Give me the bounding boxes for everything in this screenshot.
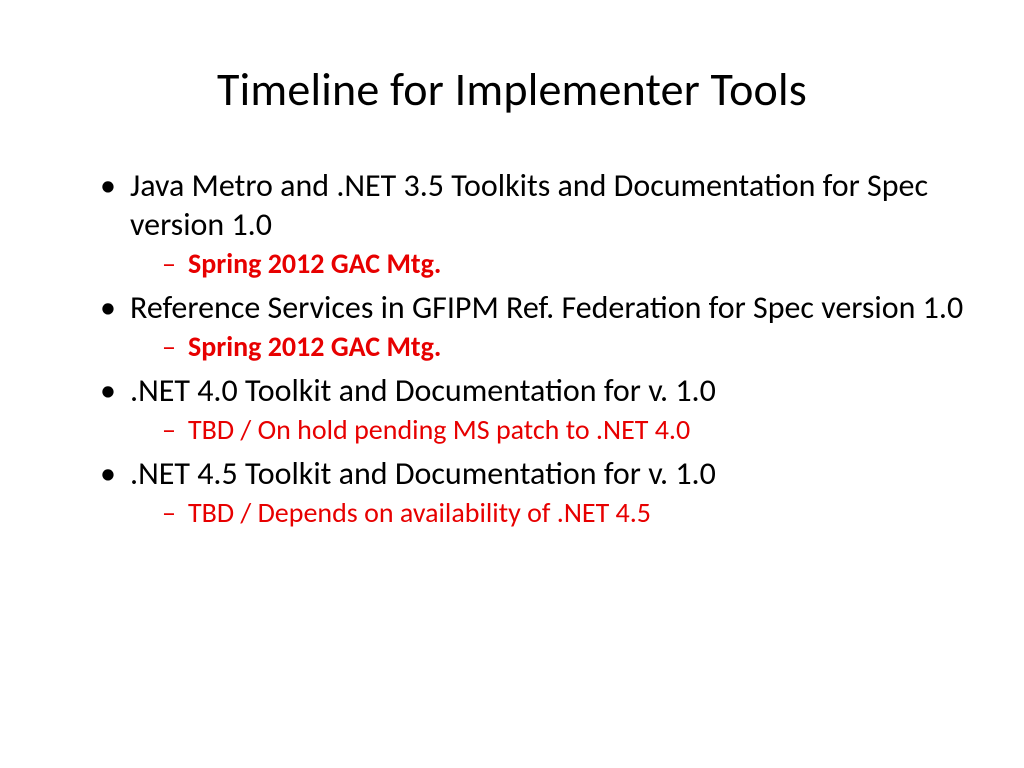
bullet-item: Reference Services in GFIPM Ref. Federat… (94, 288, 964, 365)
slide-title: Timeline for Implementer Tools (0, 62, 1024, 118)
slide: Timeline for Implementer Tools Java Metr… (0, 62, 1024, 768)
bullet-text: Java Metro and .NET 3.5 Toolkits and Doc… (130, 166, 928, 244)
sub-text: TBD / On hold pending MS patch to .NET 4… (188, 412, 690, 447)
sub-text: Spring 2012 GAC Mtg. (188, 246, 441, 281)
bullet-text: .NET 4.5 Toolkit and Documentation for v… (130, 454, 716, 493)
bullet-list: Java Metro and .NET 3.5 Toolkits and Doc… (94, 166, 964, 530)
bullet-text: .NET 4.0 Toolkit and Documentation for v… (130, 371, 716, 410)
sub-item: TBD / Depends on availability of .NET 4.… (158, 495, 964, 531)
bullet-item: .NET 4.5 Toolkit and Documentation for v… (94, 454, 964, 531)
sub-text: Spring 2012 GAC Mtg. (188, 329, 441, 364)
slide-content: Java Metro and .NET 3.5 Toolkits and Doc… (0, 166, 1024, 530)
sub-item: Spring 2012 GAC Mtg. (158, 246, 964, 282)
sub-text: TBD / Depends on availability of .NET 4.… (188, 495, 651, 530)
sub-list: Spring 2012 GAC Mtg. (130, 329, 964, 365)
sub-list: TBD / On hold pending MS patch to .NET 4… (130, 412, 964, 448)
sub-item: Spring 2012 GAC Mtg. (158, 329, 964, 365)
sub-list: TBD / Depends on availability of .NET 4.… (130, 495, 964, 531)
sub-item: TBD / On hold pending MS patch to .NET 4… (158, 412, 964, 448)
bullet-text: Reference Services in GFIPM Ref. Federat… (130, 288, 963, 327)
bullet-item: Java Metro and .NET 3.5 Toolkits and Doc… (94, 166, 964, 282)
bullet-item: .NET 4.0 Toolkit and Documentation for v… (94, 371, 964, 448)
sub-list: Spring 2012 GAC Mtg. (130, 246, 964, 282)
